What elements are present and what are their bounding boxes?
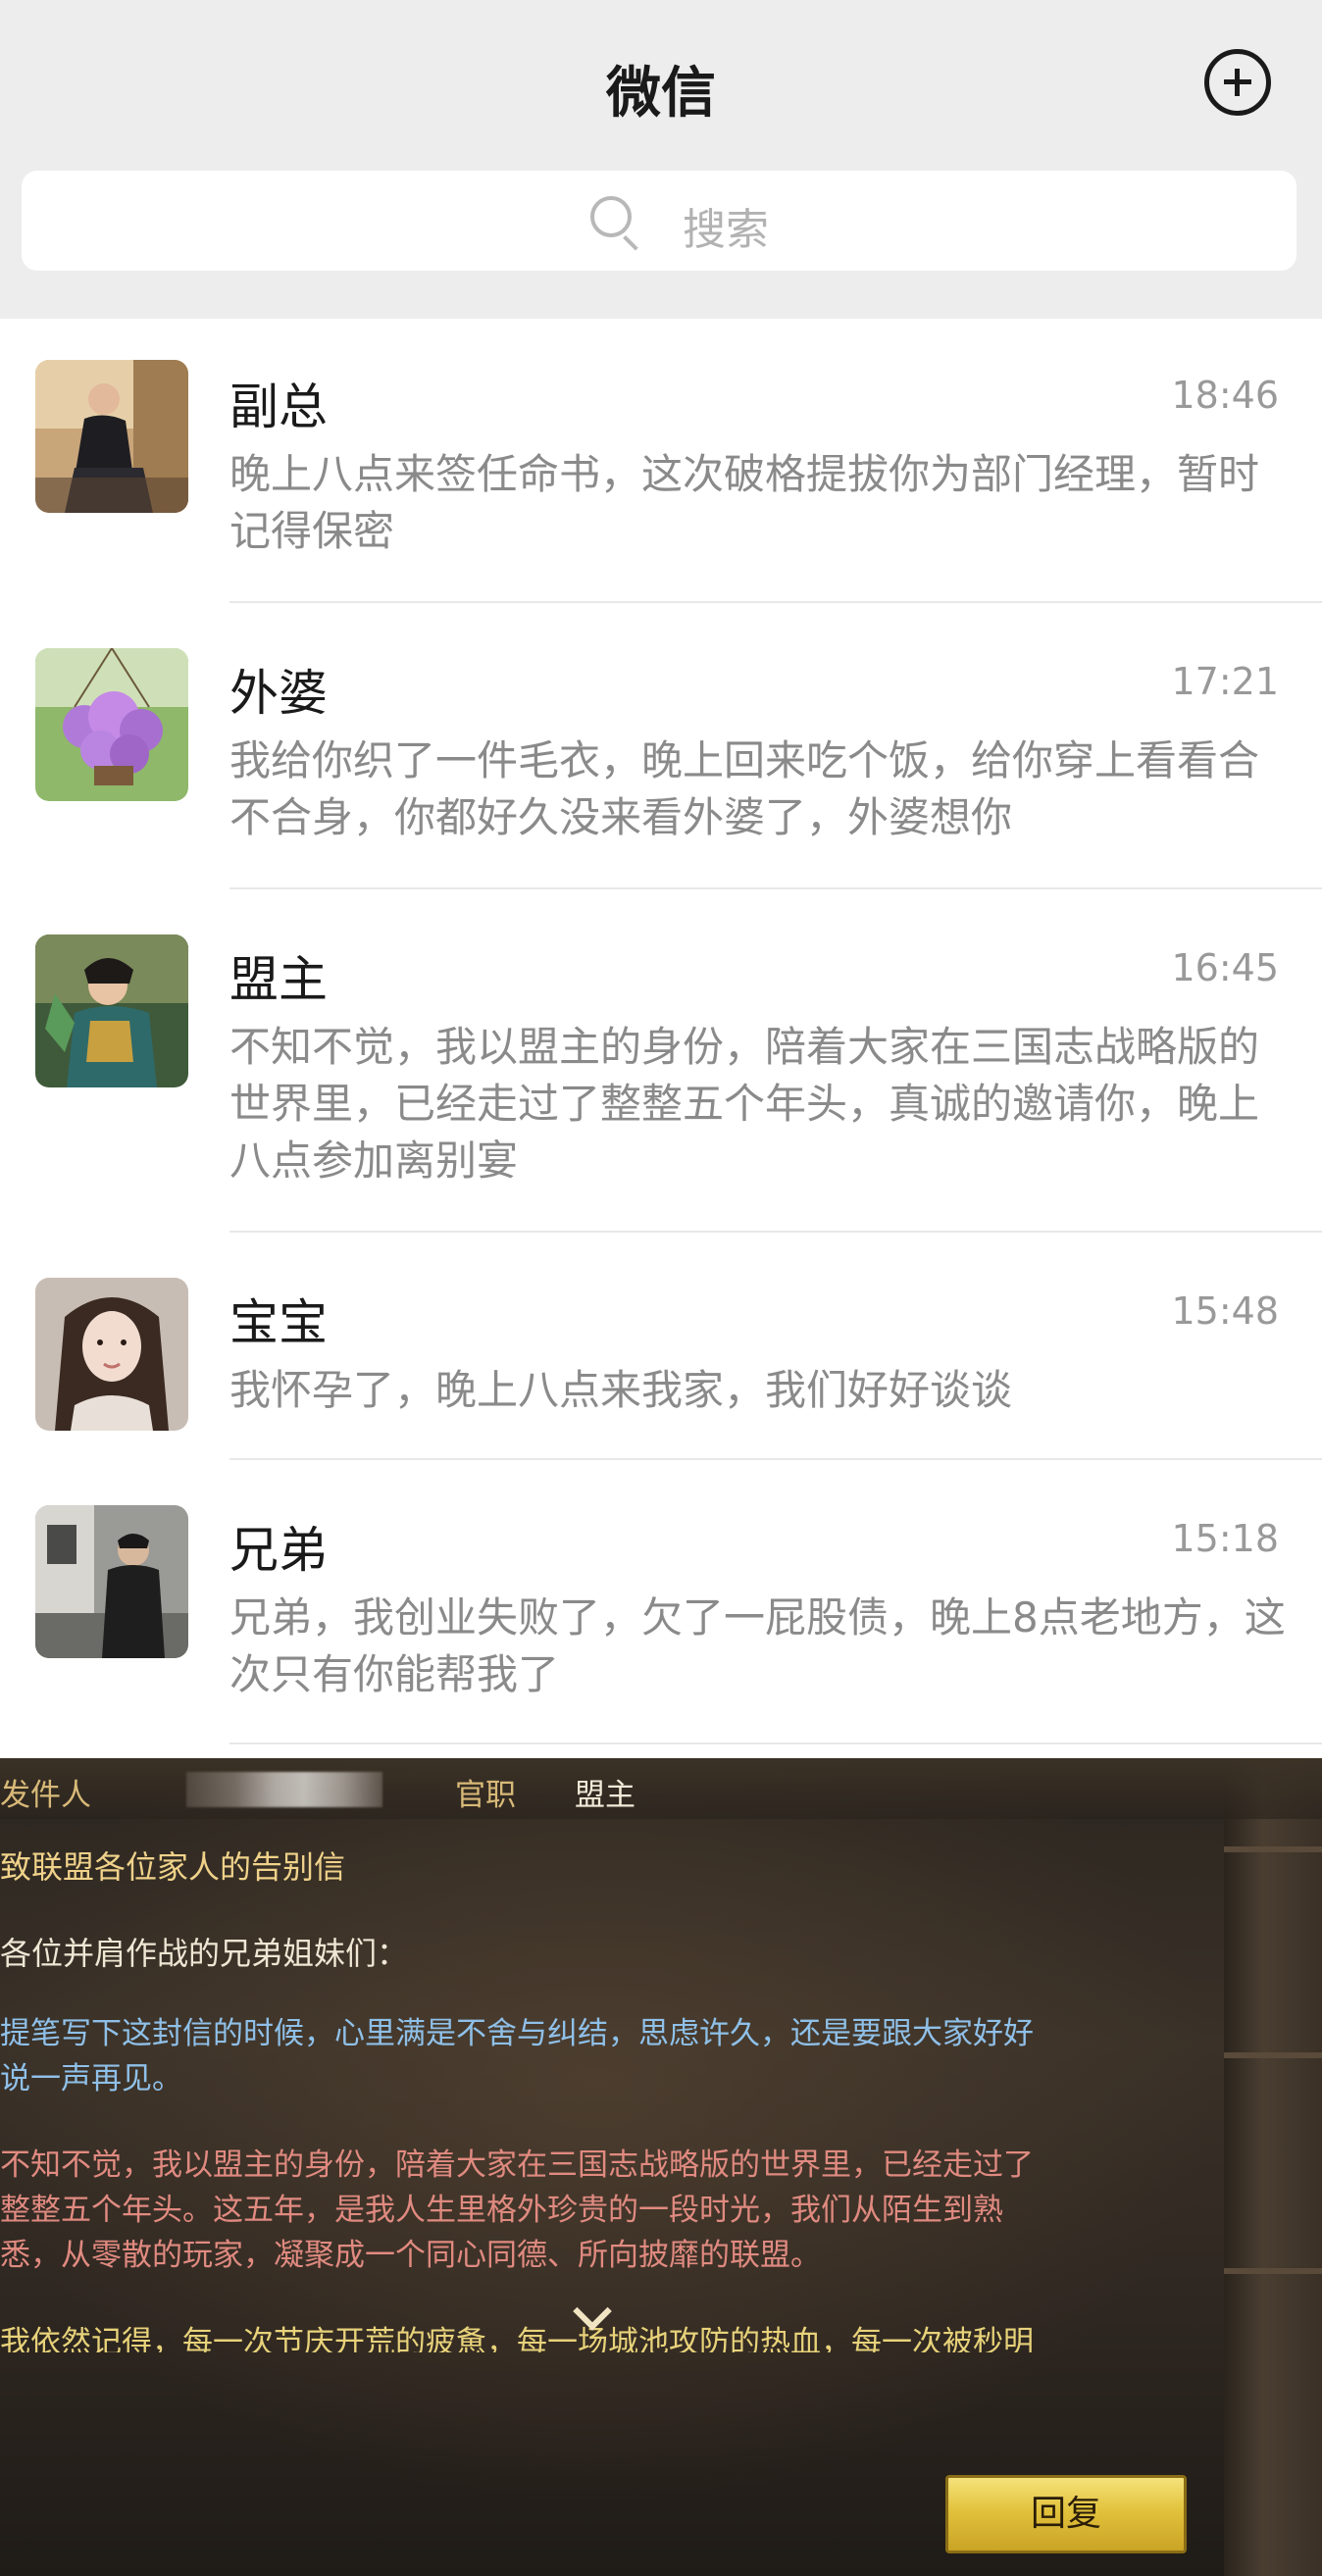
letter-paragraph-2-line-1: 不知不觉，我以盟主的身份，陪着大家在三国志战略版的世界里，已经走过了 xyxy=(0,2147,1034,2183)
letter-subject: 致联盟各位家人的告别信 xyxy=(0,1848,346,1886)
chat-name: 盟主 xyxy=(229,951,328,1008)
chat-preview: 我给你织了一件毛衣，晚上回来吃个饭，给你穿上看看合不合身，你都好久没来看外婆了，… xyxy=(229,736,1260,841)
chat-name: 副总 xyxy=(229,379,328,435)
letter-paragraph-2-line-2: 整整五个年头。这五年，是我人生里格外珍贵的一段时光，我们从陌生到熟 xyxy=(0,2193,1003,2228)
bookshelf-decoration xyxy=(1224,1758,1322,2576)
chat-item-brother[interactable]: 兄弟 15:18 兄弟，我创业失败了，欠了一屁股债，晚上8点老地方，这次只有你能… xyxy=(0,1460,1322,1744)
sender-label: 发件人 xyxy=(0,1778,91,1813)
letter-paragraph-1-line-2: 说一声再见。 xyxy=(0,2061,182,2096)
farewell-letter-banner: 发件人 官职 盟主 致联盟各位家人的告别信 各位并肩作战的兄弟姐妹们： 提笔写下… xyxy=(0,1758,1322,2576)
letter-paragraph-1-line-1: 提笔写下这封信的时候，心里满是不舍与纠结，思虑许久，还是要跟大家好好 xyxy=(0,2016,1034,2051)
reply-button[interactable]: 回复 xyxy=(945,2475,1187,2553)
chat-time: 15:48 xyxy=(1171,1289,1279,1333)
avatar[interactable] xyxy=(35,648,188,801)
chat-preview: 不知不觉，我以盟主的身份，陪着大家在三国志战略版的世界里，已经走过了整整五个年头… xyxy=(229,1023,1260,1185)
chat-name: 外婆 xyxy=(229,665,328,722)
avatar[interactable] xyxy=(35,360,188,513)
chat-time: 16:45 xyxy=(1171,946,1279,989)
chat-item-baby[interactable]: 宝宝 15:48 我怀孕了，晚上八点来我家，我们好好谈谈 xyxy=(0,1233,1322,1460)
avatar[interactable] xyxy=(35,1278,188,1431)
avatar[interactable] xyxy=(35,934,188,1087)
position-label: 官职 xyxy=(455,1778,516,1813)
chat-preview: 晚上八点来签任命书，这次破格提拔你为部门经理，暂时记得保密 xyxy=(229,450,1260,555)
search-placeholder: 搜索 xyxy=(683,205,769,255)
letter-paragraph-2-line-3: 悉，从零散的玩家，凝聚成一个同心同德、所向披靡的联盟。 xyxy=(0,2238,821,2273)
top-bar: 微信 搜索 xyxy=(0,0,1322,319)
chat-item-alliance-leader[interactable]: 盟主 16:45 不知不觉，我以盟主的身份，陪着大家在三国志战略版的世界里，已经… xyxy=(0,889,1322,1233)
chat-preview: 兄弟，我创业失败了，欠了一屁股债，晚上8点老地方，这次只有你能帮我了 xyxy=(229,1593,1286,1698)
search-bar[interactable]: 搜索 xyxy=(22,171,1297,271)
chat-time: 18:46 xyxy=(1171,374,1279,417)
chat-name: 宝宝 xyxy=(229,1294,328,1351)
chat-time: 15:18 xyxy=(1171,1517,1279,1560)
chat-name: 兄弟 xyxy=(229,1522,328,1579)
chat-preview: 我怀孕了，晚上八点来我家，我们好好谈谈 xyxy=(229,1366,1013,1414)
plus-circle-icon[interactable] xyxy=(1204,49,1271,116)
chat-item-vice-president[interactable]: 副总 18:46 晚上八点来签任命书，这次破格提拔你为部门经理，暂时记得保密 xyxy=(0,319,1322,603)
divider xyxy=(229,1743,1322,1744)
avatar[interactable] xyxy=(35,1505,188,1658)
letter-greeting: 各位并肩作战的兄弟姐妹们： xyxy=(0,1935,409,1972)
letter-paragraph-3-text: 我依然记得，每一次节庆开荒的疲惫，每一场城池攻防的热血，每一次被秒明 xyxy=(0,2325,1034,2352)
app-title: 微信 xyxy=(606,62,716,126)
chat-item-grandma[interactable]: 外婆 17:21 我给你织了一件毛衣，晚上回来吃个饭，给你穿上看看合不合身，你都… xyxy=(0,603,1322,889)
position-value: 盟主 xyxy=(575,1778,636,1813)
search-icon xyxy=(590,196,639,251)
chevron-down-icon[interactable] xyxy=(571,2296,614,2339)
redacted-sender-name xyxy=(186,1772,382,1807)
chat-time: 17:21 xyxy=(1171,660,1279,703)
